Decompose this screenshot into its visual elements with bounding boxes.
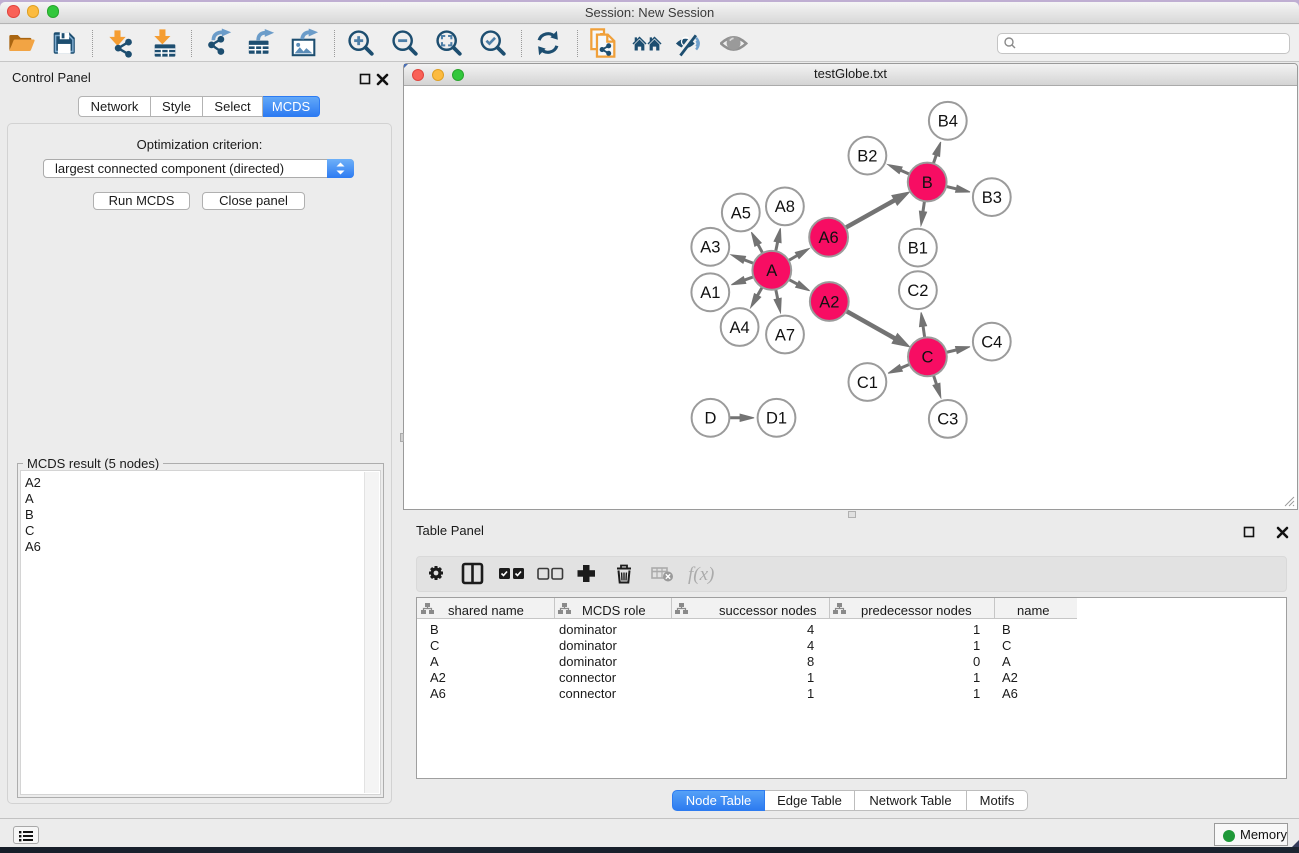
svg-text:f(x): f(x) bbox=[688, 564, 714, 585]
svg-text:C1: C1 bbox=[857, 374, 878, 392]
svg-text:A4: A4 bbox=[730, 319, 750, 337]
svg-text:B3: B3 bbox=[982, 189, 1002, 207]
svg-text:A2: A2 bbox=[819, 293, 839, 311]
svg-text:C4: C4 bbox=[981, 333, 1002, 351]
svg-text:B: B bbox=[922, 174, 933, 192]
svg-text:C: C bbox=[921, 349, 933, 367]
svg-text:B4: B4 bbox=[938, 113, 958, 131]
svg-text:B2: B2 bbox=[857, 147, 877, 165]
svg-text:A5: A5 bbox=[731, 204, 751, 222]
svg-text:A7: A7 bbox=[775, 326, 795, 344]
svg-text:B1: B1 bbox=[908, 239, 928, 257]
svg-text:A3: A3 bbox=[700, 239, 720, 257]
svg-text:A: A bbox=[766, 262, 777, 280]
svg-text:D1: D1 bbox=[766, 410, 787, 428]
svg-text:A1: A1 bbox=[700, 284, 720, 302]
svg-text:D: D bbox=[705, 410, 717, 428]
svg-text:C2: C2 bbox=[907, 282, 928, 300]
svg-text:C3: C3 bbox=[937, 411, 958, 429]
svg-text:A6: A6 bbox=[819, 229, 839, 247]
svg-text:A8: A8 bbox=[775, 198, 795, 216]
